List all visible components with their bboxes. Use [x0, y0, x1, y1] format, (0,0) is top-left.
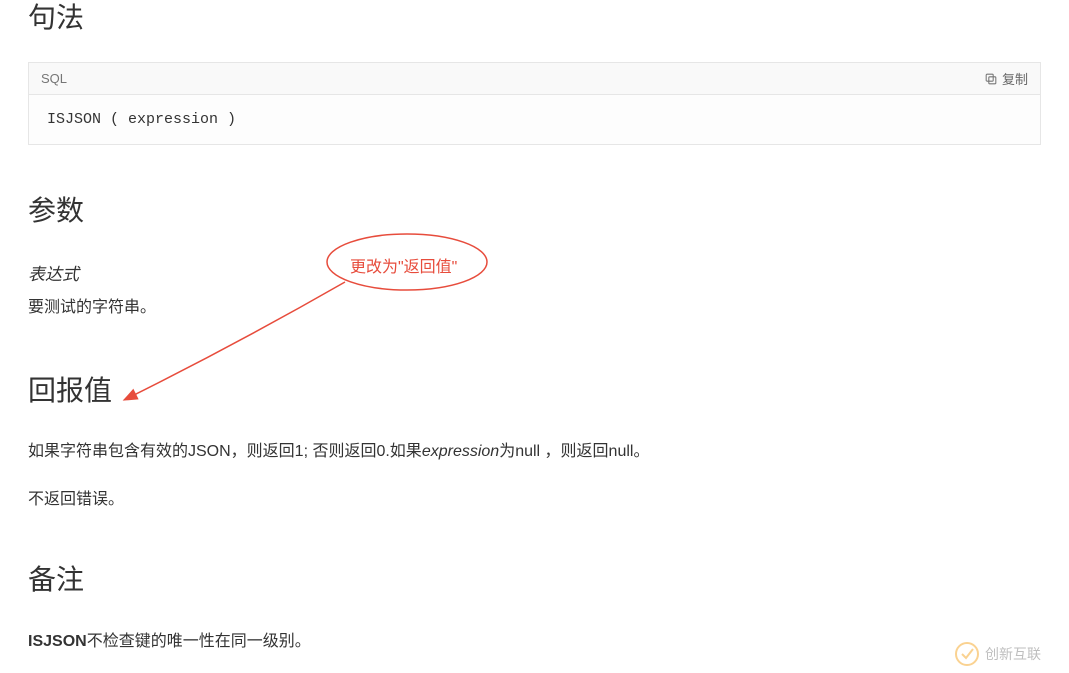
return-p1-a: 如果字符串包含有效的JSON，则返回1; 否则返回0.如果 [28, 443, 422, 460]
return-paragraph-2: 不返回错误。 [28, 487, 1041, 513]
copy-label: 复制 [1002, 69, 1028, 88]
remarks-paragraph: ISJSON不检查键的唯一性在同一级别。 [28, 627, 1041, 651]
watermark-logo: 创新互联 [953, 639, 1063, 669]
copy-button[interactable]: 复制 [984, 69, 1028, 88]
section-heading-return: 回报值 [28, 373, 1041, 409]
return-paragraph-1: 如果字符串包含有效的JSON，则返回1; 否则返回0.如果expression为… [28, 439, 1041, 465]
return-p1-b: 为null ，则返回null。 [499, 443, 649, 460]
remarks-rest: 不检查键的唯一性在同一级别。 [87, 633, 311, 650]
param-name: 表达式 [28, 260, 1041, 285]
section-heading-syntax: 句法 [28, 0, 1041, 36]
section-heading-remarks: 备注 [28, 562, 1041, 598]
code-lang-label: SQL [41, 71, 67, 86]
remarks-bold: ISJSON [28, 633, 87, 650]
param-desc: 要测试的字符串。 [28, 293, 1041, 317]
code-block: SQL 复制 ISJSON ( expression ) [28, 62, 1041, 145]
section-heading-params: 参数 [28, 193, 1041, 229]
code-body: ISJSON ( expression ) [29, 95, 1040, 144]
copy-icon [984, 72, 998, 86]
code-header: SQL 复制 [29, 63, 1040, 95]
watermark-text: 创新互联 [985, 646, 1041, 662]
return-p1-expr: expression [422, 443, 499, 460]
